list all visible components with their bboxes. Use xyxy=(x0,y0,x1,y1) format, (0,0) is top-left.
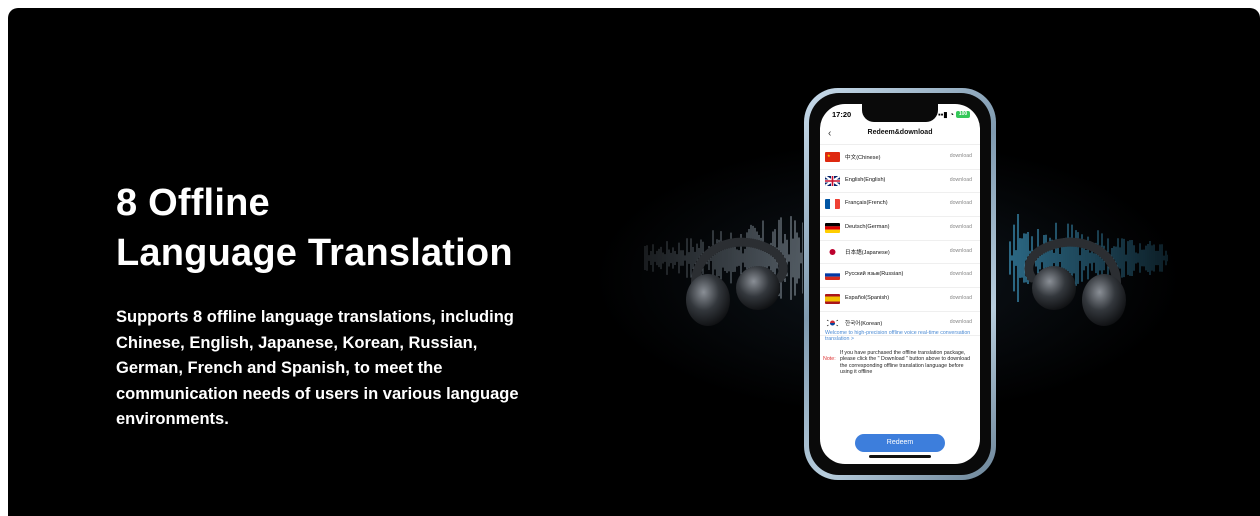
welcome-link[interactable]: Welcome to high-precision offline voice … xyxy=(825,330,972,343)
wifi-icon: ◔ xyxy=(949,110,954,119)
screen-title: Redeem&download xyxy=(867,129,933,136)
phone-mockup: 17:20 ▪▪▮ ◔ 100 ‹ Redeem&download ★ 中文(C… xyxy=(804,88,996,480)
language-label: Français(French) xyxy=(845,200,888,207)
phone-bezel: 17:20 ▪▪▮ ◔ 100 ‹ Redeem&download ★ 中文(C… xyxy=(809,93,991,475)
phone-notch xyxy=(862,104,938,122)
language-row-german[interactable]: Deutsch(German) download xyxy=(820,217,980,241)
status-icons: ▪▪▮ ◔ 100 xyxy=(938,110,970,119)
es-flag-icon xyxy=(825,294,840,305)
headline: 8 Offline Language Translation xyxy=(116,178,513,278)
headline-line-2: Language Translation xyxy=(116,232,513,274)
language-label: Deutsch(German) xyxy=(845,224,890,231)
de-flag-icon xyxy=(825,223,840,234)
jp-flag-icon xyxy=(825,246,840,257)
language-row-japanese[interactable]: 日本語(Japanese) download xyxy=(820,241,980,265)
language-row-english[interactable]: English(English) download xyxy=(820,170,980,194)
download-link[interactable]: download xyxy=(950,248,972,254)
uk-flag-icon xyxy=(825,175,840,186)
language-label: Español(Spanish) xyxy=(845,295,890,302)
download-link[interactable]: download xyxy=(950,271,972,277)
left-earbud-icon xyxy=(686,237,788,326)
language-label: 日本語(Japanese) xyxy=(845,249,890,256)
download-link[interactable]: download xyxy=(950,177,972,183)
note-label: Note: xyxy=(823,356,836,362)
nav-bar: ‹ Redeem&download xyxy=(820,126,980,145)
download-link[interactable]: download xyxy=(950,153,972,159)
language-row-spanish[interactable]: Español(Spanish) download xyxy=(820,288,980,312)
home-indicator xyxy=(869,455,931,458)
svg-text:★: ★ xyxy=(827,153,831,158)
phone-screen: 17:20 ▪▪▮ ◔ 100 ‹ Redeem&download ★ 中文(C… xyxy=(820,104,980,464)
kr-flag-icon xyxy=(825,317,840,328)
headline-line-1: 8 Offline xyxy=(116,182,270,224)
language-label: English(English) xyxy=(845,176,886,183)
language-label: Русский язык(Russian) xyxy=(845,271,904,278)
right-earbud-icon xyxy=(1024,237,1126,326)
fr-flag-icon xyxy=(825,199,840,210)
battery-icon: 100 xyxy=(956,111,970,118)
language-label: 한국어(Korean) xyxy=(845,320,883,327)
download-link[interactable]: download xyxy=(950,200,972,206)
feature-description: Supports 8 offline language translations… xyxy=(116,308,519,428)
language-list: ★ 中文(Chinese) download English(English) … xyxy=(820,146,980,336)
language-row-chinese[interactable]: ★ 中文(Chinese) download xyxy=(820,146,980,170)
language-label: 中文(Chinese) xyxy=(845,155,881,161)
redeem-button[interactable]: Redeem xyxy=(855,434,945,452)
download-link[interactable]: download xyxy=(950,319,972,325)
status-time: 17:20 xyxy=(832,110,852,119)
language-row-russian[interactable]: Русский язык(Russian) download xyxy=(820,264,980,289)
download-link[interactable]: download xyxy=(950,224,972,230)
note-text: If you have purchased the offline transl… xyxy=(840,350,971,375)
cn-flag-icon: ★ xyxy=(825,152,840,162)
ru-flag-icon xyxy=(825,270,840,281)
hero-banner: 8 Offline Language Translation Supports … xyxy=(8,8,1260,516)
download-link[interactable]: download xyxy=(950,295,972,301)
signal-icon: ▪▪▮ xyxy=(938,110,948,119)
language-row-french[interactable]: Français(French) download xyxy=(820,193,980,218)
